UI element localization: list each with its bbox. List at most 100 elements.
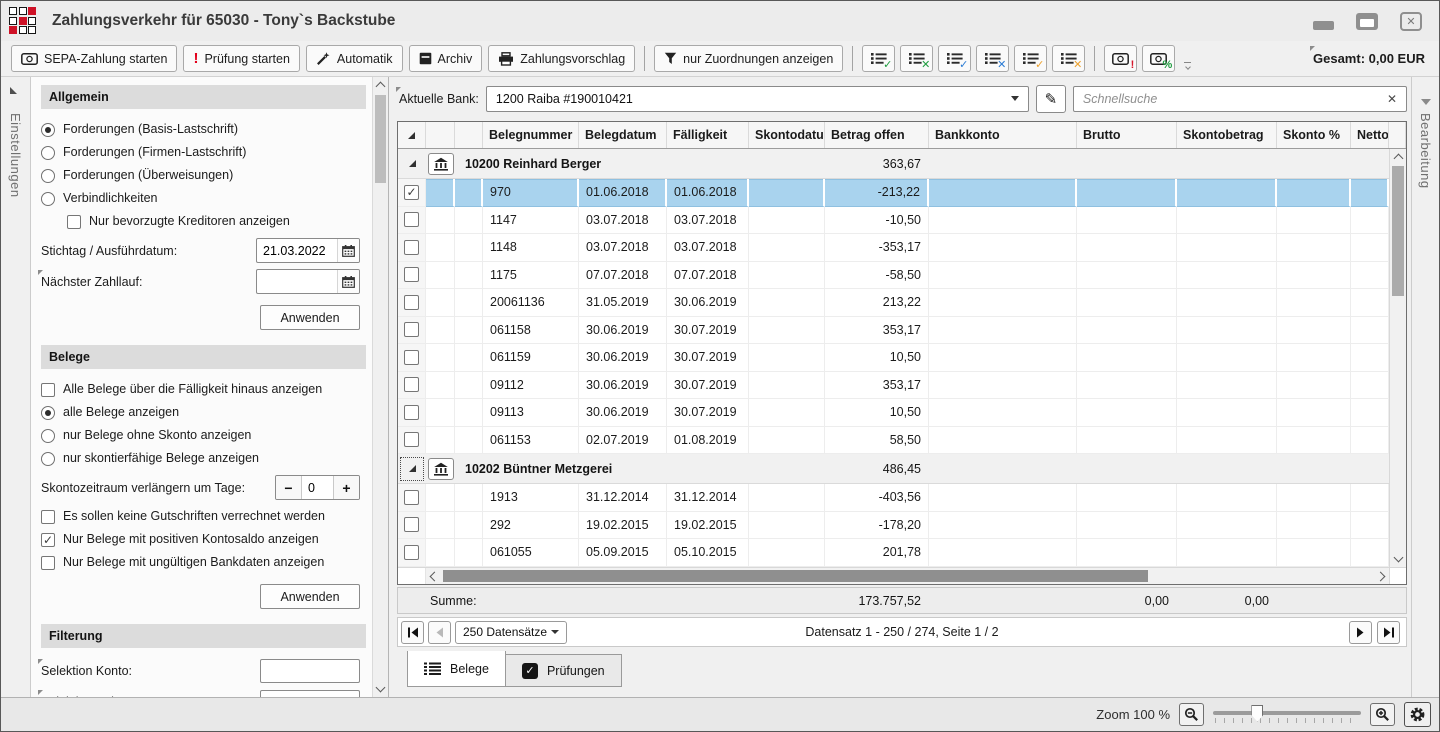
table-row[interactable]: 0911230.06.201930.07.2019353,17 [398, 372, 1389, 400]
radio-option[interactable]: alle Belege anzeigen [41, 401, 366, 424]
table-row[interactable]: 0911330.06.201930.07.201910,50 [398, 399, 1389, 427]
zuordnen-gruen-x-button[interactable]: ✕ [900, 45, 933, 72]
row-select-cell[interactable] [398, 539, 426, 567]
search-input[interactable] [1083, 92, 1387, 106]
checkbox-control[interactable] [41, 510, 55, 524]
zoom-in-button[interactable] [1370, 703, 1395, 726]
radio-option[interactable]: nur Belege ohne Skonto anzeigen [41, 424, 366, 447]
row-select-cell[interactable]: ✓ [398, 179, 426, 207]
bank-icon-button[interactable] [428, 458, 454, 480]
row-select-cell[interactable] [398, 372, 426, 400]
row-select-cell[interactable] [398, 399, 426, 427]
scroll-up-icon[interactable] [373, 77, 388, 93]
text-input[interactable] [260, 659, 360, 683]
column-header-bankkonto[interactable]: Bankkonto [929, 122, 1077, 148]
column-header-skonto-%[interactable]: Skonto % [1277, 122, 1351, 148]
table-row[interactable]: 06115930.06.201930.07.201910,50 [398, 344, 1389, 372]
sidebar-tab-bearbeitung[interactable]: Bearbeitung [1411, 77, 1439, 697]
checkbox-control[interactable] [41, 556, 55, 570]
edit-bank-button[interactable]: ✎ [1036, 85, 1066, 113]
nur-zuordnungen-anzeigen-button[interactable]: nur Zuordnungen anzeigen [654, 45, 843, 72]
checkbox-option[interactable]: ✓Nur Belege mit positiven Kontosaldo anz… [41, 528, 366, 551]
table-row[interactable]: 06115302.07.201901.08.201958,50 [398, 427, 1389, 455]
checkbox-option[interactable]: Nur bevorzugte Kreditoren anzeigen [67, 210, 366, 233]
group-row[interactable]: 10200 Reinhard Berger363,67 [398, 149, 1389, 179]
row-checkbox[interactable] [404, 405, 419, 420]
radio-option[interactable]: Forderungen (Firmen-Lastschrift) [41, 141, 366, 164]
days-stepper[interactable]: −0+ [275, 475, 360, 500]
sidebar-tab-einstellungen[interactable]: Einstellungen [1, 77, 31, 697]
column-header-skontodatum[interactable]: Skontodatum [749, 122, 825, 148]
calendar-icon[interactable] [337, 239, 359, 262]
row-select-cell[interactable] [398, 207, 426, 235]
row-select-cell[interactable] [398, 234, 426, 262]
radio-control[interactable] [41, 406, 55, 420]
text-input[interactable] [260, 690, 360, 698]
checkbox-control[interactable] [41, 383, 55, 397]
table-row[interactable]: 114803.07.201803.07.2018-353,17 [398, 234, 1389, 262]
group-row[interactable]: 10202 Büntner Metzgerei486,45 [398, 454, 1389, 484]
radio-control[interactable] [41, 169, 55, 183]
clear-search-icon[interactable]: ✕ [1387, 92, 1397, 106]
column-header-brutto[interactable]: Brutto [1077, 122, 1177, 148]
maximize-button[interactable] [1355, 9, 1379, 33]
pruefung-starten-button[interactable]: !Prüfung starten [183, 45, 299, 72]
tab-belege[interactable]: Belege [407, 651, 506, 687]
plus-icon[interactable]: + [334, 476, 359, 499]
page-size-select[interactable]: 250 Datensätze [455, 621, 567, 644]
zoom-slider[interactable] [1213, 704, 1361, 726]
date-input[interactable]: 21.03.2022 [256, 238, 360, 263]
sidebar-scrollbar-thumb[interactable] [375, 95, 386, 183]
zuordnen-orange-x-button[interactable]: ✕ [1052, 45, 1085, 72]
row-checkbox[interactable] [404, 322, 419, 337]
zuordnen-orange-haken-button[interactable]: ✓ [1014, 45, 1047, 72]
sidebar-scrollbar[interactable] [372, 77, 388, 697]
row-checkbox[interactable] [404, 212, 419, 227]
checkbox-control[interactable] [67, 215, 81, 229]
checkbox-option[interactable]: Nur Belege mit ungültigen Bankdaten anze… [41, 551, 366, 574]
minus-icon[interactable]: − [276, 476, 301, 499]
radio-option[interactable]: Forderungen (Überweisungen) [41, 164, 366, 187]
radio-control[interactable] [41, 146, 55, 160]
scroll-down-icon[interactable] [1390, 551, 1406, 567]
automatik-button[interactable]: Automatik [306, 45, 403, 72]
table-row[interactable]: 117507.07.201807.07.2018-58,50 [398, 262, 1389, 290]
row-select-cell[interactable] [398, 317, 426, 345]
row-checkbox[interactable] [404, 295, 419, 310]
column-header-netto[interactable]: Netto [1351, 122, 1389, 148]
row-checkbox[interactable] [404, 377, 419, 392]
table-row[interactable]: ✓97001.06.201801.06.2018-213,22 [398, 179, 1389, 207]
radio-control[interactable] [41, 452, 55, 466]
next-page-button[interactable] [1349, 621, 1372, 644]
row-select-cell[interactable] [398, 484, 426, 512]
row-checkbox[interactable] [404, 517, 419, 532]
column-header-empty-2[interactable] [455, 122, 483, 148]
tab-pruefungen[interactable]: ✓ Prüfungen [506, 654, 622, 687]
row-checkbox[interactable] [404, 545, 419, 560]
horizontal-scrollbar-thumb[interactable] [443, 570, 1148, 582]
table-row[interactable]: 06115830.06.201930.07.2019353,17 [398, 317, 1389, 345]
table-row[interactable]: 2006113631.05.201930.06.2019213,22 [398, 289, 1389, 317]
row-select-cell[interactable] [398, 262, 426, 290]
row-checkbox[interactable] [404, 240, 419, 255]
zuordnen-gruen-haken-button[interactable]: ✓ [862, 45, 895, 72]
table-row[interactable]: 06105505.09.201505.10.2015201,78 [398, 539, 1389, 567]
radio-option[interactable]: Forderungen (Basis-Lastschrift) [41, 118, 366, 141]
column-header-empty-0[interactable] [398, 122, 426, 148]
zoom-out-button[interactable] [1179, 703, 1204, 726]
radio-control[interactable] [41, 123, 55, 137]
last-page-button[interactable] [1377, 621, 1400, 644]
prev-page-button[interactable] [428, 621, 451, 644]
horizontal-scrollbar-track[interactable] [441, 568, 1374, 584]
toolbar-overflow-icon[interactable] [1184, 62, 1191, 72]
row-select-cell[interactable] [398, 344, 426, 372]
first-page-button[interactable] [401, 621, 424, 644]
bank-select[interactable]: 1200 Raiba #190010421 [486, 86, 1029, 112]
date-input[interactable] [256, 269, 360, 294]
table-row[interactable]: 114703.07.201803.07.2018-10,50 [398, 207, 1389, 235]
minimize-button[interactable] [1311, 9, 1335, 33]
zahlungsvorschlag-button[interactable]: Zahlungsvorschlag [488, 45, 635, 72]
zahlung-warnung-button[interactable]: ! [1104, 45, 1137, 72]
bank-icon-button[interactable] [428, 153, 454, 175]
settings-gear-button[interactable] [1404, 702, 1431, 727]
